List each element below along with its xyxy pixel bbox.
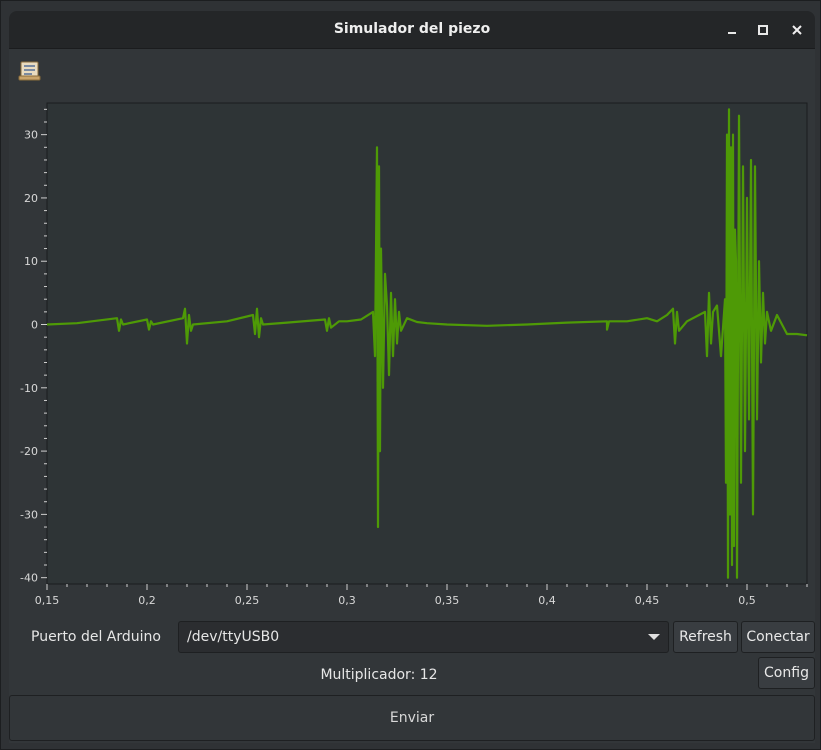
title-bar[interactable]: Simulador del piezo xyxy=(9,11,815,49)
minimize-button[interactable] xyxy=(721,19,743,41)
x-tick-label: 0,5 xyxy=(738,594,756,607)
port-select[interactable]: /dev/ttyUSB0 xyxy=(178,621,669,653)
x-axis: 0,15 0,2 0,25 0,3 0,35 0,4 0,45 0,5 xyxy=(35,584,808,607)
x-tick-label: 0,35 xyxy=(435,594,460,607)
y-tick-label: -10 xyxy=(20,382,38,395)
config-button[interactable]: Config xyxy=(758,657,815,689)
x-tick-label: 0,45 xyxy=(635,594,660,607)
maximize-icon xyxy=(758,25,768,35)
main-content: 30 20 10 0 -10 -20 -30 -40 0,15 0,2 0,25 0,3 0,35 0,… xyxy=(9,49,815,743)
y-tick-label: -30 xyxy=(20,508,38,521)
maximize-button[interactable] xyxy=(752,19,774,41)
window-title: Simulador del piezo xyxy=(333,21,491,37)
x-tick-label: 0,15 xyxy=(35,594,60,607)
y-tick-label: -40 xyxy=(20,572,38,585)
y-tick-label: 30 xyxy=(24,129,38,142)
y-axis: 30 20 10 0 -10 -20 -30 -40 xyxy=(20,108,47,585)
y-tick-label: 0 xyxy=(31,319,38,332)
close-button[interactable] xyxy=(786,19,808,41)
refresh-button[interactable]: Refresh xyxy=(673,621,738,653)
minimize-icon xyxy=(728,32,736,34)
y-tick-label: 20 xyxy=(24,192,38,205)
x-tick-label: 0,2 xyxy=(138,594,156,607)
connect-button[interactable]: Conectar xyxy=(741,621,815,653)
port-label: Puerto del Arduino xyxy=(31,629,161,645)
document-icon xyxy=(18,61,41,81)
port-value: /dev/ttyUSB0 xyxy=(187,629,280,645)
y-tick-label: -20 xyxy=(20,445,38,458)
y-tick-label: 10 xyxy=(24,255,38,268)
signal-plot[interactable]: 3020100-10-20-30-40 0,15 0,2 0,25 0,3 0,35 0,… xyxy=(9,96,815,616)
x-tick-label: 0,4 xyxy=(538,594,556,607)
multiplier-label: Multiplicador: 12 xyxy=(320,667,438,683)
close-icon xyxy=(792,25,802,35)
x-tick-label: 0,25 xyxy=(235,594,260,607)
chevron-down-icon xyxy=(648,634,660,640)
plot-background xyxy=(46,102,808,585)
app-window: Simulador del piezo 30 20 10 0 -10 -20 -30 -4 xyxy=(0,0,821,750)
x-tick-label: 0,3 xyxy=(338,594,356,607)
save-log-button[interactable] xyxy=(18,60,42,82)
send-button[interactable]: Enviar xyxy=(9,695,815,741)
